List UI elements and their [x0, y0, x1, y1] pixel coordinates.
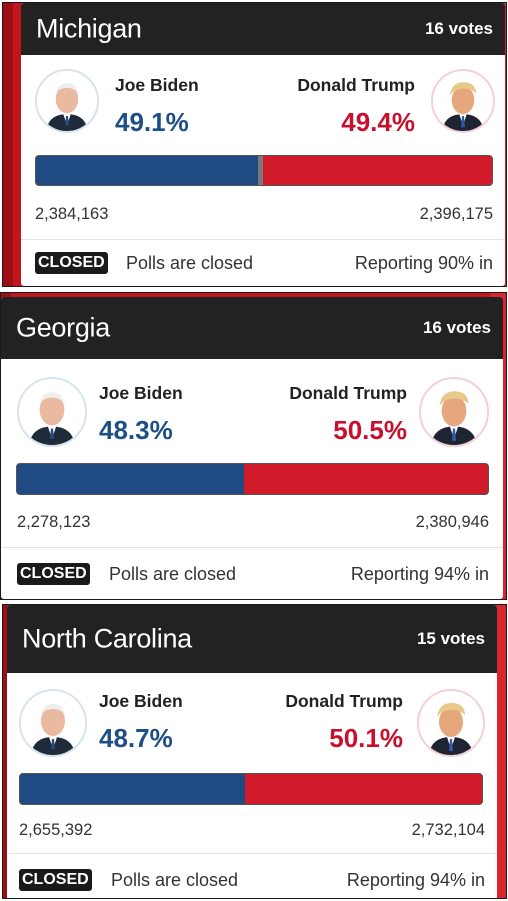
vote-share-bar — [35, 155, 493, 186]
closed-badge: CLOSED — [35, 252, 108, 274]
trump-name: Donald Trump — [289, 383, 407, 403]
reporting-status: Reporting 94% in — [346, 870, 485, 890]
trump-vote-count: 2,396,175 — [419, 205, 493, 223]
biden-vote-count: 2,384,163 — [35, 205, 109, 223]
biden-avatar-icon — [35, 69, 99, 133]
trump-avatar-icon — [431, 69, 495, 133]
polls-status: Polls are closed — [126, 253, 254, 273]
state-name: North Carolina — [22, 623, 192, 654]
trump-percent: 49.4% — [341, 107, 415, 137]
biden-bar — [17, 464, 245, 494]
reporting-status: Reporting 94% in — [350, 564, 489, 584]
biden-percent: 48.3% — [99, 415, 173, 445]
divider — [21, 239, 505, 240]
trump-name: Donald Trump — [297, 75, 415, 95]
biden-avatar-icon — [19, 689, 87, 757]
state-card-north-carolina[interactable]: North Carolina 15 votes Joe Biden 48.7% … — [7, 605, 497, 898]
vote-share-bar — [16, 463, 489, 495]
biden-bar — [36, 156, 260, 185]
closed-badge: CLOSED — [19, 869, 92, 891]
biden-vote-count: 2,278,123 — [17, 513, 91, 531]
biden-name: Joe Biden — [115, 75, 199, 95]
biden-percent: 48.7% — [99, 723, 173, 753]
biden-bar — [20, 774, 245, 804]
trump-vote-count: 2,380,946 — [415, 513, 489, 531]
north-carolina-panel: North Carolina 15 votes Joe Biden 48.7% … — [2, 604, 507, 899]
vote-share-bar — [19, 773, 483, 805]
state-card-georgia[interactable]: Georgia 16 votes Joe Biden 48.3% Donald … — [1, 297, 503, 599]
trump-avatar-icon — [417, 689, 485, 757]
card-header: Michigan 16 votes — [21, 3, 505, 55]
georgia-panel: Georgia 16 votes Joe Biden 48.3% Donald … — [0, 292, 507, 600]
trump-name: Donald Trump — [285, 691, 403, 711]
trump-vote-count: 2,732,104 — [411, 821, 485, 839]
trump-percent: 50.5% — [333, 415, 407, 445]
polls-status: Polls are closed — [111, 870, 239, 890]
reporting-status: Reporting 90% in — [354, 253, 493, 273]
biden-percent: 49.1% — [115, 107, 189, 137]
michigan-panel: Michigan 16 votes Joe Biden 49.1% Donald… — [2, 2, 507, 287]
electoral-votes: 15 votes — [416, 629, 485, 648]
electoral-votes: 16 votes — [424, 19, 493, 38]
electoral-votes: 16 votes — [422, 318, 491, 337]
biden-vote-count: 2,655,392 — [19, 821, 93, 839]
trump-percent: 50.1% — [329, 723, 403, 753]
state-name: Michigan — [36, 13, 142, 44]
state-name: Georgia — [16, 312, 110, 343]
biden-name: Joe Biden — [99, 383, 183, 403]
biden-avatar-icon — [17, 377, 87, 447]
closed-badge: CLOSED — [17, 563, 90, 585]
trump-avatar-icon — [419, 377, 489, 447]
biden-name: Joe Biden — [99, 691, 183, 711]
card-header: Georgia 16 votes — [1, 297, 503, 359]
bar-midpoint-marker — [257, 156, 263, 185]
state-card-michigan[interactable]: Michigan 16 votes Joe Biden 49.1% Donald… — [21, 3, 505, 286]
card-header: North Carolina 15 votes — [7, 605, 497, 673]
divider — [1, 547, 503, 548]
polls-status: Polls are closed — [109, 564, 237, 584]
divider — [7, 853, 497, 854]
